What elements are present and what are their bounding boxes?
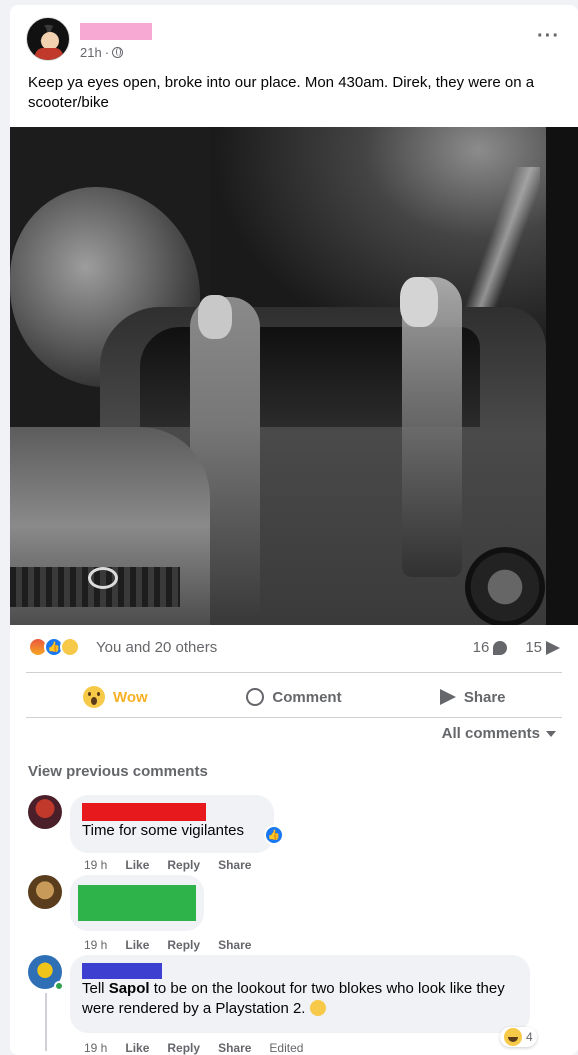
commenter-avatar[interactable]: [28, 875, 62, 909]
meta-dot: ·: [104, 45, 110, 60]
commenter-avatar[interactable]: [28, 795, 62, 829]
comments-filter-label: All comments: [441, 725, 540, 742]
post-photo[interactable]: [10, 127, 578, 625]
share-label: Share: [463, 688, 506, 706]
comment-like-button[interactable]: Like: [125, 858, 149, 872]
comment-share-button[interactable]: Share: [218, 938, 251, 952]
photo-person-left-head: [198, 295, 232, 339]
thinking-emoji-icon: [309, 1000, 326, 1016]
reaction-count: 4: [526, 1030, 533, 1044]
comment-actions: 19 h Like Reply Share: [84, 938, 251, 952]
comment-bubble: Tell Sapol to be on the lookout for two …: [70, 955, 530, 1033]
reactions-row: 👍 You and 20 others 16 15: [28, 637, 560, 661]
comment-bubble: Time for some vigilantes: [70, 795, 274, 853]
comment-share-button[interactable]: Share: [218, 858, 251, 872]
comment-reply-button[interactable]: Reply: [167, 938, 200, 952]
action-bar: Wow Comment Share: [26, 678, 562, 716]
share-button[interactable]: Share: [383, 678, 562, 716]
post-card: 21h · ··· Keep ya eyes open, broke into …: [10, 5, 578, 1055]
divider-top: [26, 672, 562, 673]
photo-person-right-head: [400, 277, 438, 327]
comment-2: 19 h Like Reply Share: [28, 875, 558, 955]
comment-like-button[interactable]: Like: [125, 1041, 149, 1055]
comment-reply-button[interactable]: Reply: [167, 1041, 200, 1055]
comments-filter-dropdown[interactable]: All comments: [442, 725, 556, 742]
wow-emoji-icon: [82, 686, 105, 708]
photo-border: [546, 127, 578, 625]
author-avatar[interactable]: [26, 17, 70, 61]
thread-line: [45, 993, 47, 1051]
comments-count-value: 16: [472, 639, 490, 656]
comment-bubble: [70, 875, 204, 931]
wow-reaction-icon: [60, 637, 80, 657]
post-meta: 21h ·: [80, 45, 124, 60]
comment-reply-button[interactable]: Reply: [167, 858, 200, 872]
commenter-name-redacted[interactable]: [82, 803, 206, 821]
mention-sapol[interactable]: Sapol: [109, 980, 150, 997]
divider-bottom: [26, 717, 562, 718]
view-previous-comments[interactable]: View previous comments: [28, 763, 208, 780]
reaction-summary[interactable]: You and 20 others: [96, 639, 217, 656]
like-reaction-icon[interactable]: 👍: [264, 825, 284, 845]
comment-actions: 19 h Like Reply Share Edited: [84, 1041, 303, 1055]
comment-content-redacted[interactable]: [78, 885, 196, 921]
shares-count-value: 15: [525, 639, 542, 656]
post-time[interactable]: 21h: [80, 45, 102, 60]
comment-reaction-badge[interactable]: 4: [500, 1027, 537, 1047]
comment-time[interactable]: 19 h: [84, 938, 107, 952]
wow-label: Wow: [112, 688, 148, 706]
comment-button[interactable]: Comment: [205, 678, 384, 716]
more-icon[interactable]: ···: [537, 26, 560, 46]
share-icon: [439, 689, 456, 705]
comment-bubble-icon: [493, 640, 508, 655]
post-text: Keep ya eyes open, broke into our place.…: [28, 74, 535, 111]
laugh-reaction-icon: [504, 1028, 522, 1046]
comment-share-button[interactable]: Share: [218, 1041, 251, 1055]
comment-time[interactable]: 19 h: [84, 858, 107, 872]
share-arrow-icon: [546, 640, 560, 655]
shares-count[interactable]: 15: [525, 639, 560, 656]
globe-icon: [112, 47, 124, 58]
comment-like-button[interactable]: Like: [125, 938, 149, 952]
reaction-icons[interactable]: 👍: [28, 637, 80, 657]
comment-1: Time for some vigilantes 👍 19 h Like Rep…: [28, 795, 558, 875]
comments-count[interactable]: 16: [473, 639, 508, 656]
comment-time[interactable]: 19 h: [84, 1041, 107, 1055]
comment-text: Time for some vigilantes: [82, 822, 244, 839]
comment-3: Tell Sapol to be on the lookout for two …: [28, 955, 558, 1055]
comment-icon: [246, 688, 265, 706]
comment-text-start: Tell: [82, 980, 109, 997]
chevron-down-icon: [546, 730, 556, 737]
engagement-counts: 16 15: [473, 639, 560, 656]
comment-label: Comment: [272, 688, 342, 706]
photo-car-logo: [88, 567, 118, 589]
commenter-name-redacted[interactable]: [82, 963, 162, 979]
photo-van-wheel: [465, 547, 545, 625]
comment-text: Tell Sapol to be on the lookout for two …: [82, 979, 518, 1019]
online-status-indicator: [54, 981, 64, 991]
post-header: 21h · ···: [26, 17, 566, 65]
comment-actions: 19 h Like Reply Share: [84, 858, 251, 872]
edited-label: Edited: [269, 1041, 304, 1055]
avatar-shirt: [35, 48, 63, 60]
wow-button[interactable]: Wow: [26, 678, 205, 716]
author-name-redacted[interactable]: [80, 23, 152, 40]
